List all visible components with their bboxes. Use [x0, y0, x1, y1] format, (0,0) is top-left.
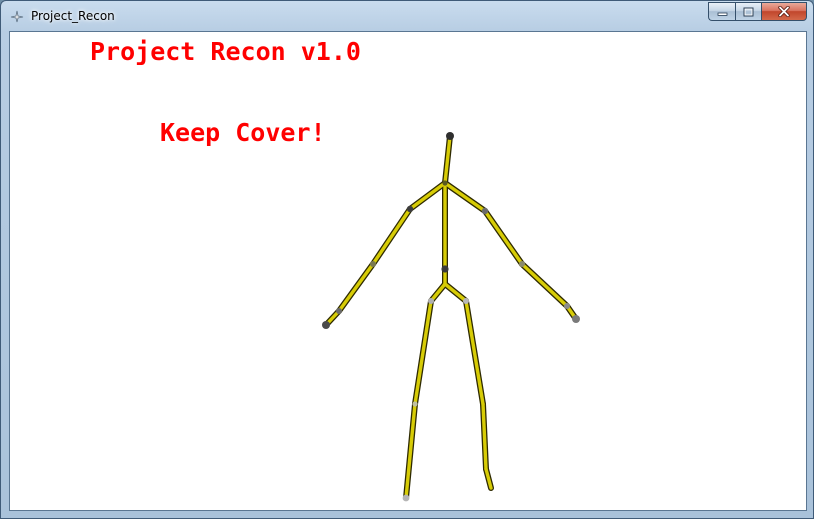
bone-right-foot — [484, 467, 493, 490]
close-icon — [778, 6, 790, 17]
game-canvas[interactable]: Project Recon v1.0 Keep Cover! — [9, 31, 807, 511]
bone-right-forearm — [520, 262, 569, 308]
bone-right-shoulder — [443, 181, 487, 213]
title-bar[interactable]: Project_Recon — [1, 1, 813, 31]
joint-right-wrist — [564, 303, 570, 309]
skeleton-bones — [323, 133, 579, 501]
joint-left-shoulder — [406, 205, 414, 213]
joint-left-elbow — [370, 261, 376, 267]
tracked-skeleton — [322, 132, 580, 502]
bone-left-hip — [429, 282, 447, 303]
window-title: Project_Recon — [31, 9, 115, 23]
app-sparkle-icon — [10, 10, 24, 23]
bone-right-upper-arm — [483, 209, 524, 266]
joint-spine — [441, 265, 449, 273]
joint-right-shoulder — [481, 207, 489, 215]
joint-right-elbow — [519, 261, 525, 267]
joint-left-ankle — [402, 494, 410, 502]
window-controls — [708, 2, 807, 22]
bone-left-upper-arm — [371, 207, 412, 266]
maximize-icon — [743, 7, 754, 16]
joint-head — [446, 132, 454, 140]
bone-right-thigh — [464, 299, 485, 406]
joint-right-hip — [463, 298, 469, 304]
joint-left-hand — [322, 321, 330, 329]
joint-left-hip — [428, 298, 434, 304]
bone-right-hip — [443, 282, 468, 303]
joint-right-hand — [572, 315, 580, 323]
close-button[interactable] — [761, 2, 807, 21]
joint-shoulder-center — [442, 180, 448, 186]
minimize-button[interactable] — [708, 2, 735, 21]
maximize-button[interactable] — [735, 2, 761, 21]
minimize-icon — [717, 12, 727, 16]
bone-left-shoulder — [408, 181, 447, 211]
bone-left-forearm — [337, 262, 375, 313]
joint-left-knee — [412, 401, 418, 407]
app-window: Project_Recon Project Recon v1.0 Keep Co… — [0, 0, 814, 519]
bone-left-thigh — [413, 299, 433, 406]
bone-left-shin — [404, 402, 417, 500]
joint-left-wrist — [336, 308, 342, 314]
